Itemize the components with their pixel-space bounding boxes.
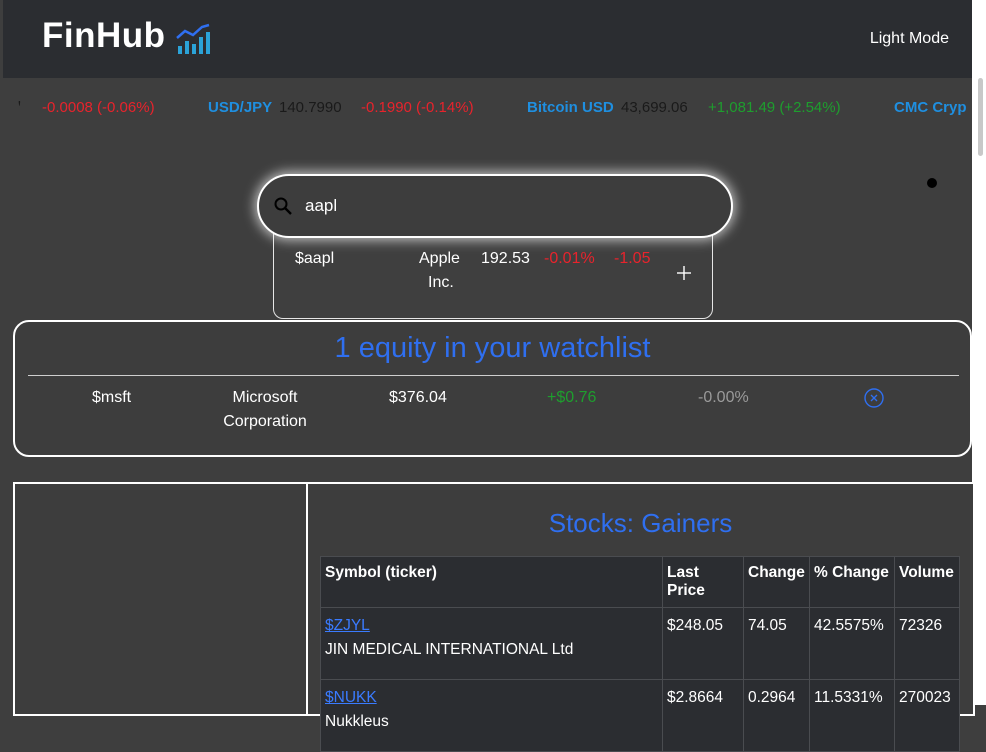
column-header: Volume (894, 556, 960, 608)
table-header-row: Symbol (ticker) Last Price Change % Chan… (320, 556, 960, 608)
ticker-item-2-change: +1,081.49 (+2.54%) (708, 99, 841, 116)
watchlist-change: +$0.76 (547, 389, 597, 406)
market-ticker: ꞌ -0.0008 (-0.06%) USD/JPY 140.7990 -0.1… (3, 78, 969, 138)
ticker-item-3-name[interactable]: CMC Cryp (894, 99, 967, 116)
change-cell: 74.05 (743, 607, 810, 680)
symbol-cell: $ZJYL JIN MEDICAL INTERNATIONAL Ltd (320, 607, 663, 680)
symbol-link[interactable]: $ZJYL (325, 614, 658, 638)
watchlist-price: $376.04 (389, 389, 447, 406)
ticker-item-1-price: 140.7990 (279, 99, 342, 116)
pct-change-cell: 11.5331% (809, 679, 895, 752)
navbar: FinHub Light Mode (3, 0, 983, 78)
last-price-cell: $2.8664 (662, 679, 744, 752)
divider (28, 375, 959, 376)
change-cell: 0.2964 (743, 679, 810, 752)
column-header: % Change (809, 556, 895, 608)
pct-change-cell: 42.5575% (809, 607, 895, 680)
bar-chart-trend-icon (176, 23, 210, 54)
brand-title[interactable]: FinHub (42, 16, 166, 56)
watchlist-company-line1: Microsoft (232, 389, 298, 406)
company-name: JIN MEDICAL INTERNATIONAL Ltd (325, 641, 574, 658)
result-pct-change: -0.01% (544, 250, 595, 267)
symbol-cell: $NUKK Nukkleus (320, 679, 663, 752)
result-symbol[interactable]: $aapl (295, 250, 334, 268)
search-bar[interactable] (257, 174, 733, 238)
ticker-item-1-change: -0.1990 (-0.14%) (361, 99, 474, 116)
search-results-dropdown: $aapl Apple Inc. 192.53 -0.01% -1.05 (273, 232, 713, 319)
table-row: $NUKK Nukkleus $2.8664 0.2964 11.5331% 2… (320, 679, 960, 752)
gainers-table: Symbol (ticker) Last Price Change % Chan… (320, 556, 960, 752)
ticker-item-0-name: ꞌ (18, 99, 21, 116)
search-input[interactable] (303, 192, 687, 220)
watchlist-symbol[interactable]: $msft (92, 386, 131, 410)
column-header: Last Price (662, 556, 744, 608)
result-name-line1: Apple (419, 250, 460, 267)
watchlist-title: 1 equity in your watchlist (334, 332, 651, 364)
gainers-title: Stocks: Gainers (548, 508, 733, 538)
result-change: -1.05 (614, 250, 651, 267)
volume-cell: 72326 (894, 607, 960, 680)
company-name: Nukkleus (325, 713, 389, 730)
volume-cell: 270023 (894, 679, 960, 752)
plus-icon[interactable] (677, 266, 691, 280)
light-mode-toggle[interactable]: Light Mode (870, 30, 949, 48)
ticker-item-2-name[interactable]: Bitcoin USD (527, 99, 614, 116)
side-panel (15, 484, 308, 714)
result-name-line2: Inc. (428, 274, 454, 291)
symbol-link[interactable]: $NUKK (325, 686, 658, 710)
watchlist-panel: 1 equity in your watchlist $msft Microso… (13, 320, 972, 457)
table-row: $ZJYL JIN MEDICAL INTERNATIONAL Ltd $248… (320, 607, 960, 680)
market-movers-section: Stocks: Gainers Symbol (ticker) Last Pri… (13, 482, 975, 752)
watchlist-pct-change: -0.00% (698, 389, 749, 406)
watchlist-company: Microsoft Corporation (210, 386, 320, 434)
column-header: Symbol (ticker) (320, 556, 663, 608)
search-icon (274, 197, 292, 215)
watchlist-company-line2: Corporation (223, 413, 307, 430)
remove-circle-icon[interactable] (864, 388, 884, 408)
column-header: Change (743, 556, 810, 608)
ticker-item-2-price: 43,699.06 (621, 99, 688, 116)
ticker-item-0-change: -0.0008 (-0.06%) (42, 99, 155, 116)
result-price: 192.53 (481, 250, 530, 267)
last-price-cell: $248.05 (662, 607, 744, 680)
ticker-item-1-name[interactable]: USD/JPY (208, 99, 272, 116)
status-dot (927, 178, 937, 188)
scrollbar-thumb[interactable] (978, 78, 983, 156)
